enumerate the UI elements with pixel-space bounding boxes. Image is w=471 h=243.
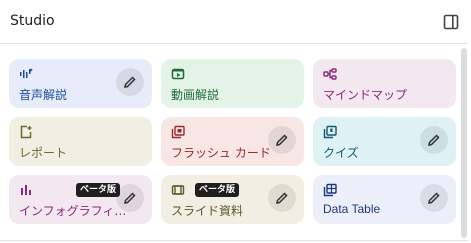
edit-button[interactable] — [116, 68, 144, 96]
edit-button[interactable] — [420, 126, 448, 154]
audio-waveform-icon — [20, 68, 33, 78]
scrollbar[interactable] — [460, 48, 468, 238]
tile-data-table[interactable]: Data Table — [313, 175, 456, 224]
tile-label: フラッシュ カード — [171, 146, 271, 160]
tile-mind-map[interactable]: マインドマップ — [313, 59, 456, 108]
edit-button[interactable] — [116, 184, 144, 212]
pencil-icon — [124, 192, 136, 204]
pencil-icon — [428, 192, 440, 204]
scrollbar-thumb[interactable] — [461, 48, 467, 238]
divider — [0, 240, 468, 241]
flashcards-icon — [171, 125, 185, 139]
studio-header: Studio — [0, 0, 468, 44]
tile-label: クイズ — [323, 146, 359, 160]
pencil-icon — [276, 134, 288, 146]
beta-badge: ベータ版 — [76, 183, 121, 197]
beta-badge: ベータ版 — [195, 183, 240, 197]
pencil-icon — [124, 76, 136, 88]
edit-button[interactable] — [420, 184, 448, 212]
studio-panel: Studio 音声解説 動画解説 マインドマップ レポート フラッシュ カード … — [0, 0, 471, 243]
data-table-icon — [323, 183, 337, 197]
tile-label: マインドマップ — [323, 88, 408, 102]
tile-quiz[interactable]: クイズ — [313, 117, 456, 166]
collapse-panel-icon[interactable] — [443, 14, 459, 30]
tile-video-overview[interactable]: 動画解説 — [161, 59, 304, 108]
tile-label: インフォグラフィ… — [19, 204, 127, 218]
edit-button[interactable] — [268, 184, 296, 212]
tile-label: 動画解説 — [171, 88, 220, 102]
report-icon — [20, 125, 32, 139]
tile-slides[interactable]: ベータ版 スライド資料 — [161, 175, 304, 224]
tile-label: スライド資料 — [171, 204, 244, 218]
tile-infographic[interactable]: ベータ版 インフォグラフィ… — [9, 175, 152, 224]
video-icon — [171, 68, 185, 80]
tile-report[interactable]: レポート — [9, 117, 152, 166]
slides-icon — [171, 185, 185, 195]
panel-title: Studio — [10, 13, 55, 29]
edit-button[interactable] — [268, 126, 296, 154]
tile-flashcards[interactable]: フラッシュ カード — [161, 117, 304, 166]
tile-label: 音声解説 — [19, 88, 68, 102]
tile-label: レポート — [19, 146, 68, 160]
tile-audio-overview[interactable]: 音声解説 — [9, 59, 152, 108]
infographic-icon — [21, 185, 31, 195]
pencil-icon — [276, 192, 288, 204]
quiz-icon — [323, 125, 337, 139]
pencil-icon — [428, 134, 440, 146]
tile-label: Data Table — [323, 202, 381, 216]
mind-map-icon — [323, 68, 337, 80]
